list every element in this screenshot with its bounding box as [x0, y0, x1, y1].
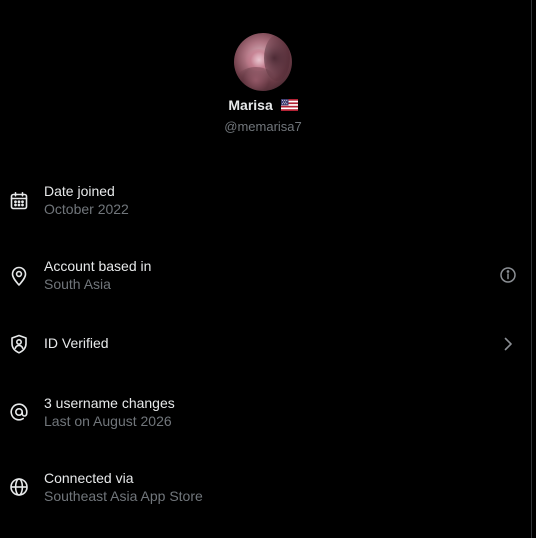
- username-changes-title: 3 username changes: [44, 395, 175, 411]
- panel-divider: [531, 0, 532, 538]
- us-flag-icon: [280, 98, 298, 114]
- username-changes-value: Last on August 2026: [44, 413, 172, 429]
- calendar-icon: [8, 190, 30, 212]
- at-sign-icon: [8, 401, 30, 423]
- globe-icon: [8, 476, 30, 498]
- profile-name-row: Marisa: [0, 97, 526, 114]
- profile-handle: @memarisa7: [224, 119, 302, 134]
- username-changes-row: 3 username changes Last on August 2026: [0, 392, 526, 432]
- id-verified-row[interactable]: ID Verified: [0, 324, 526, 364]
- date-joined-title: Date joined: [44, 183, 115, 199]
- chevron-right-icon[interactable]: [498, 334, 518, 354]
- date-joined-row: Date joined October 2022: [0, 180, 526, 220]
- id-verified-title: ID Verified: [44, 335, 109, 351]
- connected-via-row: Connected via Southeast Asia App Store: [0, 468, 526, 508]
- date-joined-value: October 2022: [44, 201, 129, 217]
- account-based-in-title: Account based in: [44, 258, 152, 274]
- profile-name: Marisa: [228, 97, 273, 113]
- avatar-shade: [236, 67, 276, 91]
- avatar[interactable]: [234, 33, 292, 91]
- account-based-in-row: Account based in South Asia: [0, 256, 526, 296]
- shield-user-icon: [8, 333, 30, 355]
- location-pin-icon: [8, 265, 30, 287]
- info-icon[interactable]: [498, 265, 518, 285]
- connected-via-value: Southeast Asia App Store: [44, 488, 203, 504]
- account-based-in-value: South Asia: [44, 276, 111, 292]
- connected-via-title: Connected via: [44, 470, 134, 486]
